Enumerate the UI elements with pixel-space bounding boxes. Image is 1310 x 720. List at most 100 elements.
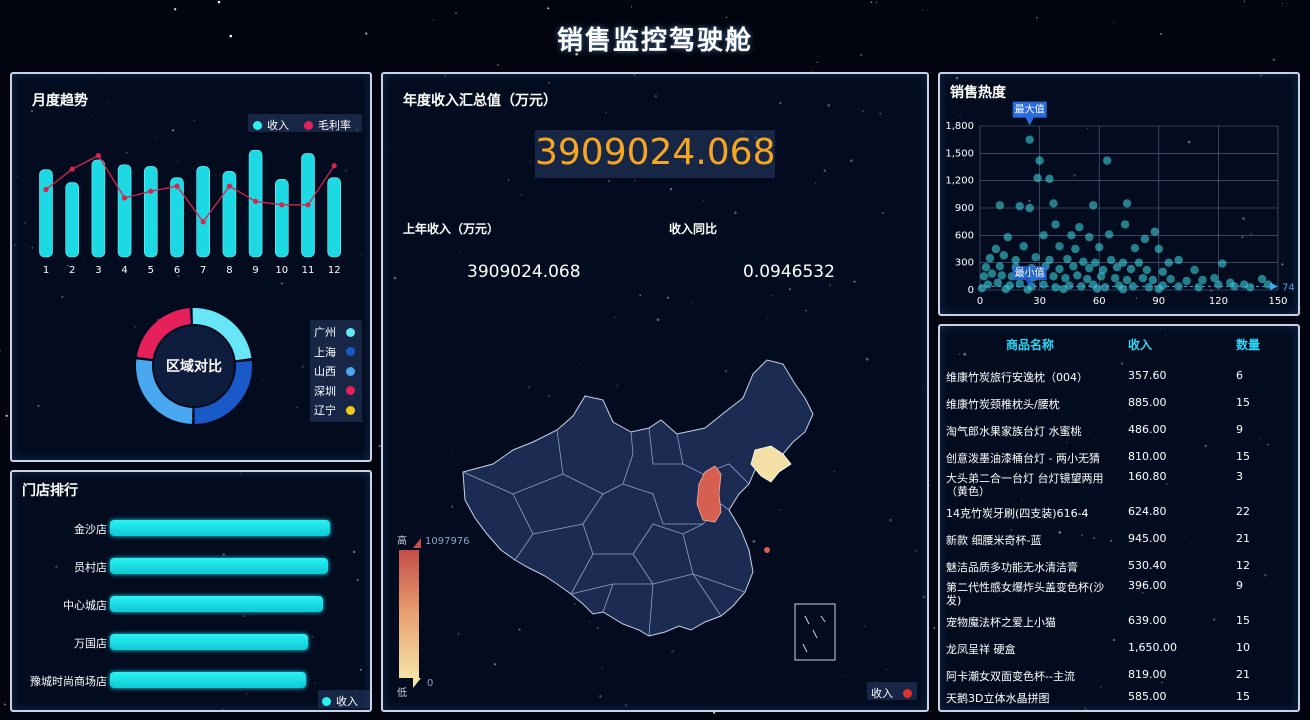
scatter-point[interactable]	[1245, 283, 1255, 292]
scatter-point[interactable]	[1096, 272, 1106, 281]
scatter-point[interactable]	[1003, 232, 1013, 242]
revenue-bar[interactable]	[170, 177, 184, 258]
revenue-bar[interactable]	[275, 179, 289, 258]
scatter-point[interactable]	[1061, 273, 1070, 283]
scatter-point[interactable]	[1093, 284, 1102, 293]
scale-bottom-handle-icon[interactable]	[413, 678, 421, 688]
scatter-point[interactable]	[1150, 227, 1160, 236]
scatter-point[interactable]	[1025, 135, 1034, 144]
margin-point[interactable]	[226, 183, 232, 189]
margin-point[interactable]	[122, 195, 128, 201]
scatter-point[interactable]	[1069, 262, 1078, 271]
map-scale-bar[interactable]	[399, 550, 419, 678]
scatter-point[interactable]	[1063, 254, 1072, 264]
scatter-point[interactable]	[987, 269, 997, 278]
scatter-point[interactable]	[1158, 267, 1167, 276]
scale-top-handle-icon[interactable]	[413, 538, 421, 548]
scatter-point[interactable]	[1120, 220, 1130, 229]
scatter-point[interactable]	[995, 262, 1005, 271]
scatter-point[interactable]	[1154, 244, 1163, 254]
scatter-point[interactable]	[1182, 276, 1191, 286]
scatter-point[interactable]	[1025, 203, 1034, 213]
scatter-point[interactable]	[1049, 199, 1058, 208]
china-map[interactable]	[453, 354, 853, 674]
scatter-point[interactable]	[997, 271, 1007, 280]
revenue-bar[interactable]	[91, 159, 106, 258]
margin-point[interactable]	[305, 202, 311, 208]
scatter-point[interactable]	[995, 201, 1005, 210]
scatter-point[interactable]	[1067, 231, 1076, 240]
scatter-point[interactable]	[1190, 265, 1199, 275]
scatter-point[interactable]	[1085, 263, 1094, 273]
scatter-point[interactable]	[1130, 243, 1140, 253]
scatter-point[interactable]	[1073, 271, 1082, 280]
revenue-bar[interactable]	[144, 166, 158, 258]
shanghai-marker[interactable]	[764, 547, 770, 553]
scatter-point[interactable]	[1110, 273, 1120, 283]
margin-point[interactable]	[69, 166, 75, 172]
revenue-bar[interactable]	[39, 169, 53, 258]
scatter-point[interactable]	[1033, 173, 1042, 183]
scatter-point[interactable]	[1144, 283, 1154, 292]
scatter-point[interactable]	[1140, 234, 1150, 244]
scatter-point[interactable]	[1051, 220, 1060, 229]
revenue-bar[interactable]	[196, 166, 210, 258]
store-bar[interactable]	[110, 634, 308, 650]
scatter-point[interactable]	[991, 244, 1001, 254]
scatter-point[interactable]	[1134, 258, 1144, 267]
margin-point[interactable]	[253, 198, 259, 204]
scatter-point[interactable]	[1039, 280, 1048, 289]
scatter-point[interactable]	[1122, 275, 1132, 285]
region-legend-item[interactable]: 山西	[314, 363, 355, 379]
revenue-bar[interactable]	[327, 177, 342, 258]
scatter-point[interactable]	[1035, 156, 1044, 165]
region-legend-item[interactable]: 辽宁	[314, 402, 355, 418]
margin-point[interactable]	[174, 183, 180, 189]
scatter-point[interactable]	[1031, 253, 1040, 262]
scatter-point[interactable]	[1174, 255, 1183, 265]
map-land[interactable]	[462, 359, 814, 637]
scatter-point[interactable]	[993, 278, 1003, 287]
map-legend-revenue[interactable]: 收入	[871, 685, 917, 701]
revenue-bar[interactable]	[65, 182, 80, 258]
scatter-point[interactable]	[1102, 156, 1112, 165]
scatter-point[interactable]	[999, 251, 1009, 260]
scatter-point[interactable]	[1055, 264, 1064, 274]
scatter-point[interactable]	[1142, 265, 1152, 275]
scatter-point[interactable]	[979, 272, 989, 281]
margin-point[interactable]	[279, 202, 285, 208]
scatter-point[interactable]	[981, 263, 991, 272]
scatter-point[interactable]	[1104, 230, 1114, 239]
scatter-point[interactable]	[1218, 259, 1227, 268]
margin-point[interactable]	[200, 219, 206, 225]
revenue-bar[interactable]	[117, 164, 132, 258]
scatter-point[interactable]	[1011, 255, 1020, 265]
region-legend-item[interactable]: 广州	[314, 324, 355, 340]
scatter-point[interactable]	[1112, 263, 1122, 272]
scatter-point[interactable]	[1095, 242, 1104, 252]
scatter-point[interactable]	[1198, 275, 1207, 285]
scatter-point[interactable]	[1126, 264, 1136, 274]
scatter-point[interactable]	[1148, 275, 1158, 285]
margin-point[interactable]	[148, 188, 154, 194]
scatter-point[interactable]	[1085, 232, 1094, 242]
scatter-point[interactable]	[1055, 242, 1064, 251]
scatter-point[interactable]	[1100, 283, 1110, 292]
col-header-qty[interactable]: 数量	[1236, 336, 1260, 353]
scatter-point[interactable]	[1166, 274, 1175, 284]
margin-point[interactable]	[43, 186, 49, 193]
col-header-revenue[interactable]: 收入	[1128, 336, 1152, 353]
margin-point[interactable]	[95, 152, 101, 159]
region-legend-item[interactable]: 上海	[314, 344, 355, 360]
col-header-name[interactable]: 商品名称	[1006, 336, 1054, 353]
scatter-point[interactable]	[1089, 201, 1098, 210]
scatter-point[interactable]	[1039, 231, 1048, 240]
region-legend-item[interactable]: 深圳	[314, 383, 355, 399]
scatter-point[interactable]	[1194, 283, 1203, 292]
scatter-point[interactable]	[1045, 174, 1054, 184]
scatter-point[interactable]	[1071, 244, 1080, 254]
store-bar[interactable]	[110, 596, 324, 612]
scatter-point[interactable]	[1049, 272, 1058, 281]
scatter-point[interactable]	[1075, 222, 1084, 232]
scatter-point[interactable]	[977, 283, 987, 293]
